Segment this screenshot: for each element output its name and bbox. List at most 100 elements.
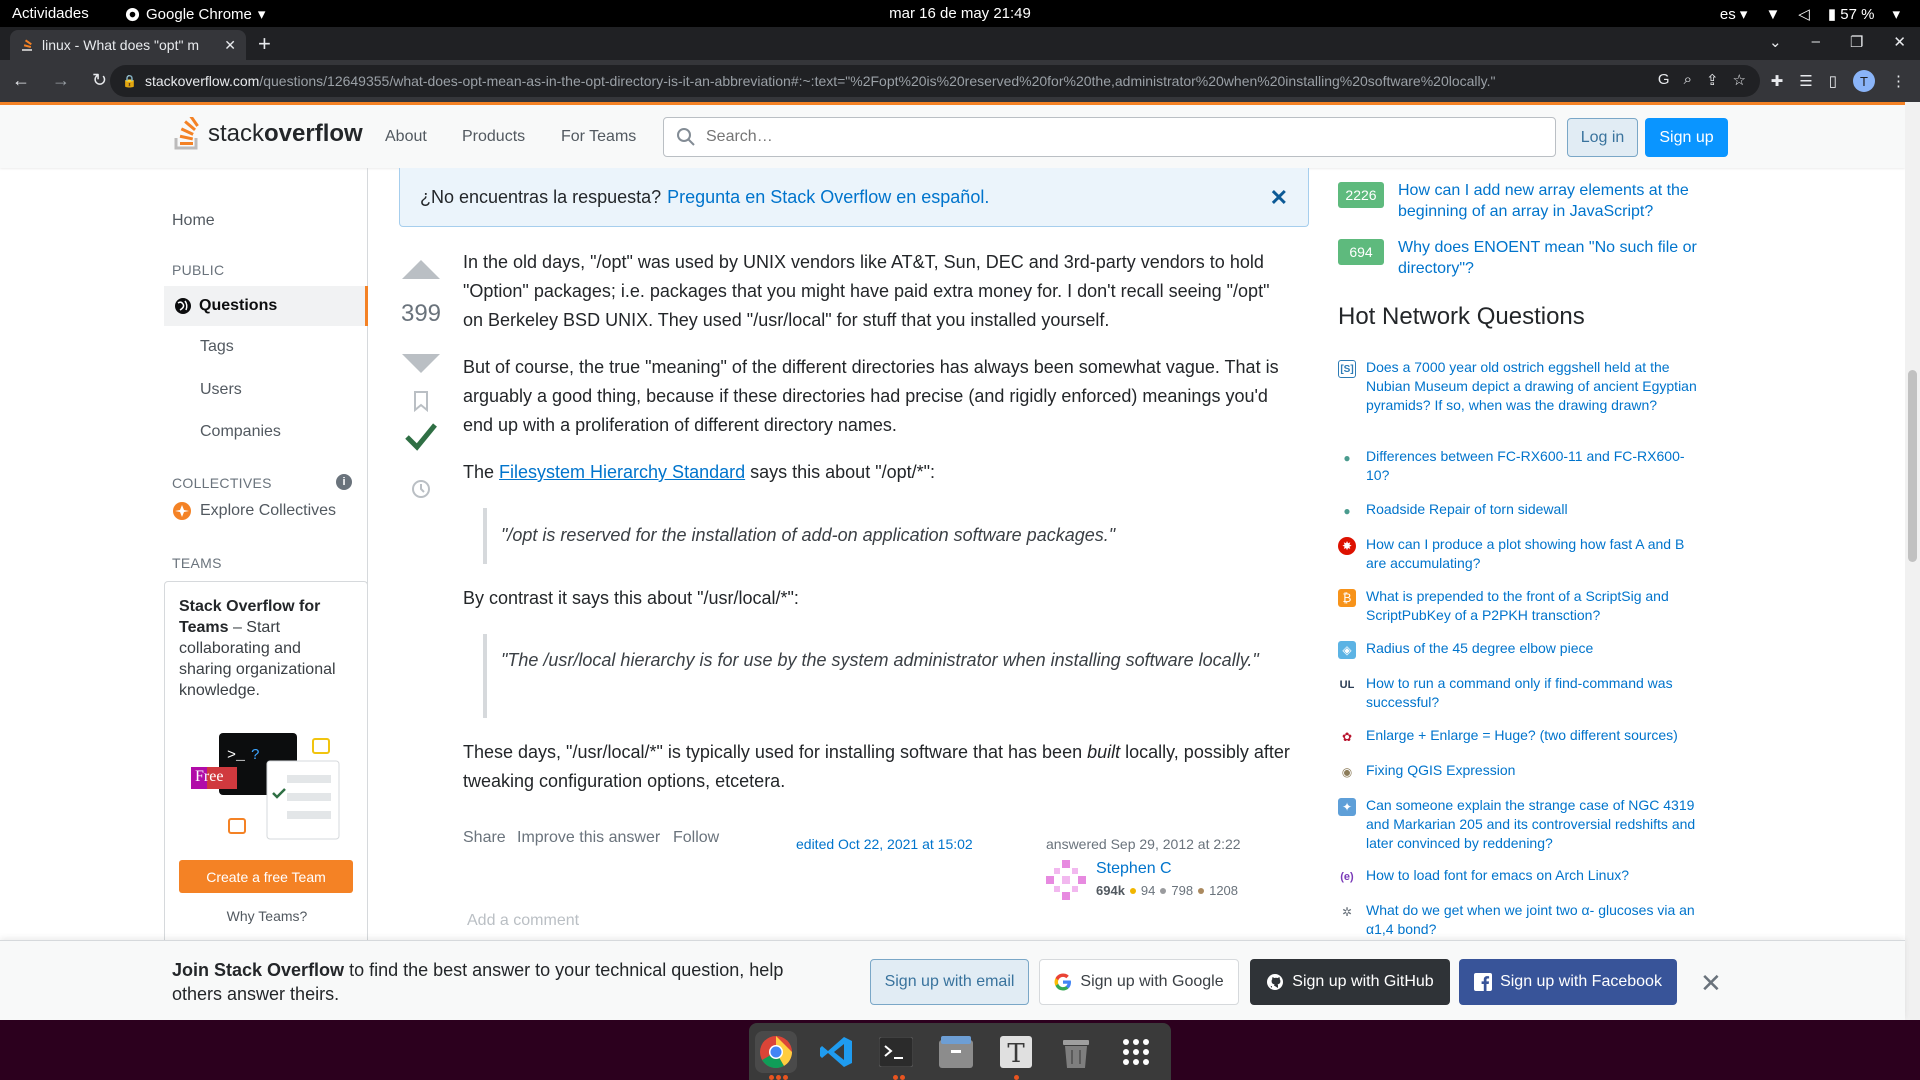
related-score-badge: 2226 (1338, 182, 1384, 208)
signup-facebook-button[interactable]: Sign up with Facebook (1459, 959, 1677, 1005)
reading-list-icon[interactable]: ☰ (1799, 72, 1812, 90)
info-icon[interactable]: i (336, 474, 352, 490)
login-button[interactable]: Log in (1567, 118, 1638, 157)
nav-buttons: ← → ↻ (12, 70, 107, 91)
extensions-area: ✚ ☰ ▯ T ⋮ (1771, 70, 1906, 92)
close-tab-icon[interactable]: ✕ (224, 37, 236, 54)
fhs-link[interactable]: Filesystem Hierarchy Standard (499, 462, 745, 482)
hnq-link[interactable]: Can someone explain the strange case of … (1366, 796, 1706, 853)
hnq-link[interactable]: What is prepended to the front of a Scri… (1366, 587, 1706, 625)
close-icon[interactable]: ✕ (1270, 185, 1288, 211)
zoom-icon[interactable]: ⌕ (1684, 71, 1692, 89)
browser-toolbar: ← → ↻ 🔒 stackoverflow.com /questions/126… (0, 60, 1920, 102)
hnq-link[interactable]: Roadside Repair of torn sidewall (1366, 500, 1706, 519)
sidebar-item-users[interactable]: Users (200, 381, 242, 399)
silver-badge-icon (1160, 887, 1167, 894)
avatar[interactable] (1046, 860, 1086, 900)
hnq-link[interactable]: Fixing QGIS Expression (1366, 761, 1706, 780)
hnq-link[interactable]: Enlarge + Enlarge = Huge? (two different… (1366, 726, 1706, 745)
system-tray[interactable]: es ▾ ▼ ◁ ▮ 57 % ▾ (1720, 5, 1900, 24)
sidebar-item-label: Questions (199, 297, 278, 314)
site-icon: ✿ (1341, 730, 1353, 744)
close-window-icon[interactable]: ✕ (1893, 33, 1906, 51)
improve-answer-link[interactable]: Improve this answer (517, 829, 660, 847)
app-grid-icon (1123, 1039, 1149, 1065)
share-icon[interactable]: ⇪ (1706, 71, 1719, 89)
banner-link[interactable]: Pregunta en Stack Overflow en español. (667, 187, 989, 208)
menu-icon[interactable]: ⋮ (1891, 72, 1906, 90)
scrollbar-thumb[interactable] (1908, 370, 1917, 562)
sidebar-item-questions[interactable]: Questions (164, 286, 368, 326)
nav-about[interactable]: About (385, 128, 427, 146)
hnq-link[interactable]: How can I produce a plot showing how fas… (1366, 535, 1706, 573)
site-icon: [S] (1338, 360, 1356, 378)
dock-vscode-icon[interactable] (815, 1031, 857, 1073)
language-indicator[interactable]: es ▾ (1720, 5, 1748, 23)
extensions-icon[interactable]: ✚ (1771, 72, 1784, 90)
add-comment-link[interactable]: Add a comment (467, 912, 579, 930)
sidebar-item-explore-collectives[interactable]: Explore Collectives (172, 501, 336, 521)
address-bar[interactable]: 🔒 stackoverflow.com /questions/12649355/… (110, 65, 1760, 97)
signup-button[interactable]: Sign up (1645, 118, 1728, 157)
edited-timestamp[interactable]: edited Oct 22, 2021 at 15:02 (796, 836, 973, 852)
bookmark-star-icon[interactable]: ☆ (1733, 71, 1746, 89)
stackoverflow-logo[interactable]: stackoverflow (172, 117, 363, 151)
dock-files-icon[interactable] (935, 1031, 977, 1073)
hnq-link[interactable]: How to load font for emacs on Arch Linux… (1366, 866, 1706, 885)
page-scrollbar[interactable] (1905, 102, 1920, 1020)
search-box[interactable] (663, 117, 1556, 157)
downvote-button[interactable] (402, 354, 440, 373)
create-team-button[interactable]: Create a free Team (179, 860, 353, 893)
sidebar-item-home[interactable]: Home (172, 212, 215, 230)
dock-terminal-icon[interactable] (875, 1031, 917, 1073)
google-lens-icon[interactable]: G (1658, 71, 1670, 89)
nav-products[interactable]: Products (462, 128, 525, 146)
clock[interactable]: mar 16 de may 21:49 (0, 5, 1920, 22)
hnq-link[interactable]: What do we get when we joint two α- gluc… (1366, 901, 1706, 939)
maximize-icon[interactable]: ❐ (1850, 33, 1863, 51)
search-input[interactable] (706, 128, 1526, 146)
reload-icon[interactable]: ↻ (92, 70, 107, 91)
new-tab-button[interactable]: + (258, 31, 271, 57)
follow-link[interactable]: Follow (673, 829, 719, 847)
browser-tab[interactable]: linux - What does "opt" m ✕ (10, 30, 246, 60)
history-icon[interactable] (410, 478, 432, 500)
sidebar-item-companies[interactable]: Companies (200, 423, 281, 441)
why-teams-link[interactable]: Why Teams? (165, 908, 369, 924)
dock-chrome-icon[interactable] (755, 1031, 797, 1073)
user-name[interactable]: Stephen C (1096, 860, 1172, 878)
hnq-link[interactable]: How to run a command only if find-comman… (1366, 674, 1706, 712)
signup-github-button[interactable]: Sign up with GitHub (1250, 959, 1450, 1005)
app-menu-label: Google Chrome (146, 5, 252, 23)
close-icon[interactable]: ✕ (1700, 968, 1722, 999)
hnq-link[interactable]: Radius of the 45 degree elbow piece (1366, 639, 1706, 658)
text-editor-icon: T (1000, 1036, 1032, 1068)
minimize-icon[interactable]: – (1812, 33, 1820, 51)
hnq-link[interactable]: Does a 7000 year old ostrich eggshell he… (1366, 358, 1706, 415)
sidebar-item-tags[interactable]: Tags (200, 338, 234, 356)
back-icon[interactable]: ← (12, 70, 30, 91)
gold-badge-icon (1129, 887, 1136, 894)
dock-app-grid-icon[interactable] (1115, 1031, 1157, 1073)
dock-trash-icon[interactable] (1055, 1031, 1097, 1073)
dock-text-editor-icon[interactable]: T (995, 1031, 1037, 1073)
facebook-icon (1474, 973, 1493, 991)
signup-email-button[interactable]: Sign up with email (870, 959, 1029, 1005)
related-question[interactable]: 694 Why does ENOENT mean "No such file o… (1338, 237, 1718, 287)
chevron-down-icon[interactable]: ⌄ (1769, 33, 1782, 51)
side-panel-icon[interactable]: ▯ (1829, 72, 1837, 90)
profile-avatar[interactable]: T (1853, 70, 1875, 92)
hnq-link[interactable]: Differences between FC-RX600-11 and FC-R… (1366, 447, 1706, 485)
signup-google-button[interactable]: Sign up with Google (1039, 959, 1239, 1005)
share-link[interactable]: Share (463, 829, 506, 847)
related-question[interactable]: 2226 How can I add new array elements at… (1338, 180, 1718, 230)
bookmark-icon[interactable] (412, 390, 430, 412)
nav-for-teams[interactable]: For Teams (561, 128, 636, 146)
activities-button[interactable]: Actividades (12, 5, 89, 22)
app-menu[interactable]: Google Chrome ▾ (125, 5, 265, 23)
related-question-link[interactable]: How can I add new array elements at the … (1398, 180, 1718, 222)
upvote-button[interactable] (402, 260, 440, 279)
forward-icon[interactable]: → (52, 70, 70, 91)
lock-icon[interactable]: 🔒 (122, 74, 137, 88)
related-question-link[interactable]: Why does ENOENT mean "No such file or di… (1398, 237, 1718, 279)
